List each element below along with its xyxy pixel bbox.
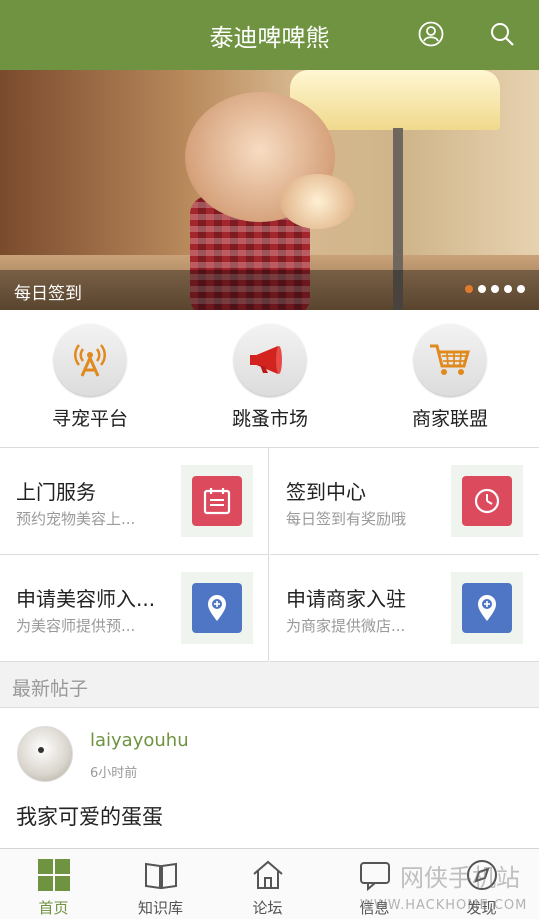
service-grid: 上门服务 预约宠物美容上... 签到中心 每日签到有奖励哦 申请美容师入... … [0, 448, 539, 662]
carousel-dot[interactable] [504, 285, 512, 293]
banner-dog-paw [280, 174, 355, 229]
tab-knowledge[interactable]: 知识库 [107, 849, 214, 919]
latest-posts-header: 最新帖子 [0, 662, 539, 708]
service-subtitle: 为美容师提供预... [16, 617, 136, 635]
section-title: 最新帖子 [12, 678, 89, 700]
category-label: 寻宠平台 [51, 408, 128, 430]
service-apply-merchant[interactable]: 申请商家入驻 为商家提供微店... [270, 555, 539, 662]
carousel-dots[interactable] [465, 285, 525, 293]
service-title: 签到中心 [286, 480, 366, 504]
service-checkin-center[interactable]: 签到中心 每日签到有奖励哦 [270, 448, 539, 555]
service-title: 上门服务 [16, 480, 96, 504]
carousel-dot[interactable] [491, 285, 499, 293]
banner-caption: 每日签到 [14, 284, 82, 304]
search-icon[interactable] [488, 20, 516, 48]
shopping-cart-icon [414, 324, 486, 396]
house-icon [250, 857, 286, 893]
watermark: 网侠手机站 WWW.HACKHOME.COM [360, 848, 539, 919]
service-apply-groomer[interactable]: 申请美容师入... 为美容师提供预... [0, 555, 269, 662]
tab-forum[interactable]: 论坛 [214, 849, 321, 919]
clock-icon [451, 465, 523, 537]
megaphone-icon [234, 324, 306, 396]
service-subtitle: 为商家提供微店... [286, 617, 406, 635]
calendar-icon [181, 465, 253, 537]
tab-label: 知识库 [137, 899, 183, 917]
tab-label: 论坛 [252, 899, 283, 917]
app-title: 泰迪啤啤熊 [209, 24, 330, 52]
location-pin-icon [181, 572, 253, 644]
service-title: 申请美容师入... [16, 587, 156, 611]
post-content[interactable]: 我家可爱的蛋蛋 [16, 801, 163, 831]
service-title: 申请商家入驻 [286, 587, 406, 611]
category-flea-market[interactable]: 跳蚤市场 [210, 324, 330, 434]
post-item[interactable]: laiyayouhu 6小时前 我家可爱的蛋蛋 [0, 708, 539, 848]
carousel-dot[interactable] [517, 285, 525, 293]
service-subtitle: 预约宠物美容上... [16, 510, 136, 528]
service-subtitle: 每日签到有奖励哦 [286, 510, 407, 528]
user-icon[interactable] [417, 20, 445, 48]
category-row: 寻宠平台 跳蚤市场 商家联盟 [0, 310, 539, 448]
post-time: 6小时前 [90, 766, 138, 781]
tab-label: 首页 [38, 899, 69, 917]
category-label: 跳蚤市场 [231, 408, 308, 430]
app-header: 泰迪啤啤熊 [0, 0, 539, 70]
book-icon [143, 857, 179, 893]
category-label: 商家联盟 [411, 408, 488, 430]
carousel-dot[interactable] [465, 285, 473, 293]
category-pet-finder[interactable]: 寻宠平台 [30, 324, 150, 434]
banner-carousel[interactable]: 每日签到 [0, 70, 539, 310]
service-home-visit[interactable]: 上门服务 预约宠物美容上... [0, 448, 269, 555]
home-grid-icon [36, 857, 72, 893]
banner-caption-bar: 每日签到 [0, 270, 539, 310]
watermark-url: WWW.HACKHOME.COM [360, 898, 528, 913]
watermark-text: 网侠手机站 [400, 864, 520, 892]
location-pin-icon [451, 572, 523, 644]
radio-tower-icon [54, 324, 126, 396]
category-merchant-alliance[interactable]: 商家联盟 [390, 324, 510, 434]
avatar[interactable] [17, 726, 73, 782]
tab-home[interactable]: 首页 [0, 849, 107, 919]
post-username[interactable]: laiyayouhu [90, 730, 189, 751]
carousel-dot[interactable] [478, 285, 486, 293]
